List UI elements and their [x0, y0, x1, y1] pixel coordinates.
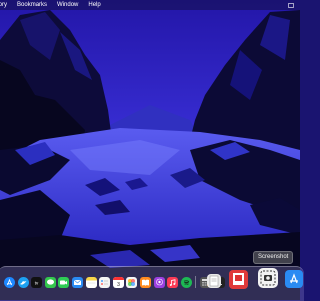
spotify-icon[interactable]: [180, 276, 192, 288]
books-icon[interactable]: [139, 276, 151, 288]
preview-app-icon[interactable]: [229, 270, 248, 289]
facetime-icon[interactable]: [58, 276, 70, 288]
screen-icon[interactable]: [288, 2, 294, 8]
screenshot-app-icon[interactable]: [258, 268, 278, 288]
dock-tooltip: Screenshot: [253, 251, 294, 264]
podcasts-icon[interactable]: [153, 276, 165, 288]
dock-divider: [195, 276, 197, 288]
svg-text:tv: tv: [35, 280, 39, 285]
app-store-large-icon[interactable]: [285, 270, 303, 288]
dock-icons: tv 3: [4, 276, 225, 288]
messages-icon[interactable]: [44, 276, 56, 288]
reminders-icon[interactable]: [99, 276, 111, 288]
menu-history[interactable]: tory: [0, 0, 12, 10]
mail-icon[interactable]: [71, 276, 83, 288]
documents-icon[interactable]: [207, 274, 221, 288]
photos-icon[interactable]: [126, 276, 138, 288]
menu-help[interactable]: Help: [83, 0, 105, 10]
calendar-icon[interactable]: 3: [112, 276, 124, 288]
apple-tv-icon[interactable]: tv: [31, 276, 43, 288]
menu-bar: tory Bookmarks Window Help: [0, 0, 300, 10]
menu-window[interactable]: Window: [52, 0, 83, 10]
menu-bookmarks[interactable]: Bookmarks: [12, 0, 52, 10]
svg-text:3: 3: [117, 282, 120, 288]
notes-icon[interactable]: [85, 276, 97, 288]
menu-bar-status-area: [288, 2, 300, 8]
twitter-icon[interactable]: [17, 276, 29, 288]
music-icon[interactable]: [167, 276, 179, 288]
app-store-icon[interactable]: [4, 276, 15, 288]
